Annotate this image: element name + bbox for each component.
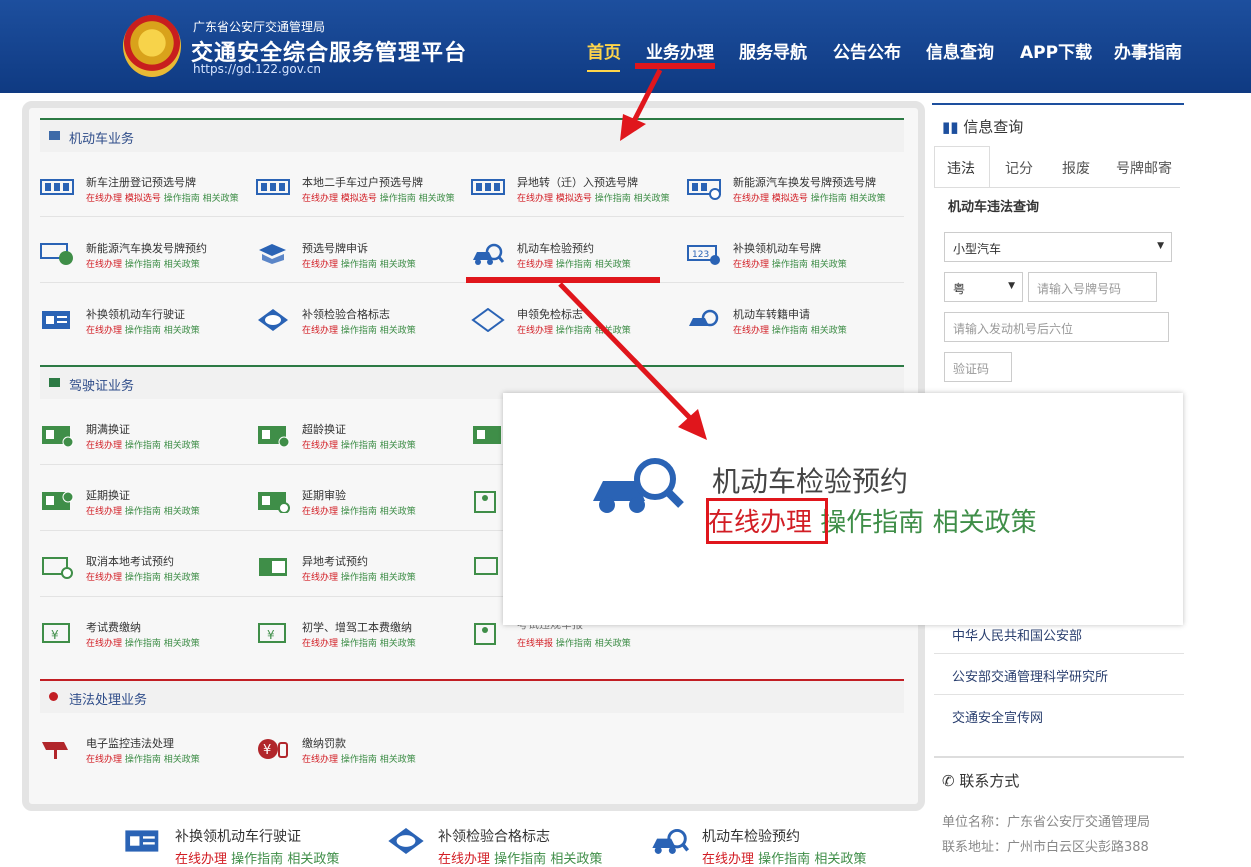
arrow-line	[558, 282, 694, 422]
arrow-head	[678, 409, 707, 440]
annotation-overlay	[466, 63, 715, 440]
arrow-line	[629, 68, 663, 127]
